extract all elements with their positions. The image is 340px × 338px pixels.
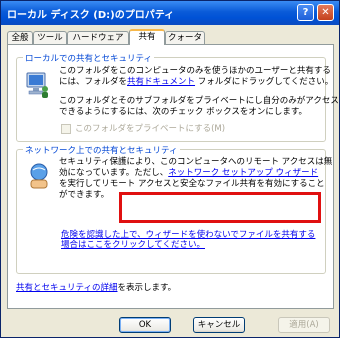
risk-acknowledge-link-line1[interactable]: 危険を認識した上で、ウィザードを使わないでファイルを共有する: [61, 230, 315, 240]
network-desc-line2-text: 効になっています。ただし、: [59, 168, 169, 178]
title-bar[interactable]: ローカル ディスク (D:)のプロパティ ? ✕: [1, 1, 339, 25]
tab-sharing[interactable]: 共有: [129, 29, 165, 45]
shared-documents-link[interactable]: 共有ドキュメント: [127, 77, 195, 87]
network-desc-line3: を実行してリモート アクセスと安全なファイル共有を有効にすること: [59, 179, 325, 189]
local-desc-line2-text: には、フォルダを: [59, 77, 128, 87]
close-button[interactable]: ✕: [317, 4, 334, 21]
network-desc-line2: 効になっています。ただし、ネットワーク セットアップ ウィザード: [59, 168, 318, 178]
local-desc-line1: このフォルダをこのコンピュータのみを使うほかのユーザーと共有する: [59, 66, 331, 76]
network-desc-line4: ができます。: [59, 190, 110, 200]
local-desc-line2-suffix: フォルダにドラッグしてください。: [195, 77, 334, 87]
tab-hardware[interactable]: ハードウェア: [67, 31, 129, 44]
tab-general[interactable]: 全般: [7, 31, 33, 44]
risk-acknowledge-link-line2[interactable]: 場合はここをクリックしてください。: [61, 240, 205, 250]
window-title: ローカル ディスク (D:)のプロパティ: [7, 10, 175, 21]
properties-dialog: ローカル ディスク (D:)のプロパティ ? ✕ 全般 ツール ハードウェア 共…: [0, 0, 340, 338]
local-group-title: ローカルでの共有とセキュリティ: [23, 52, 154, 64]
local-desc-line2: には、フォルダを共有ドキュメント フォルダにドラッグしてください。: [59, 77, 333, 87]
local-desc-line4: できるようにするには、次のチェック ボックスをオンにします。: [59, 107, 308, 117]
tab-quota[interactable]: クォータ: [165, 31, 205, 44]
ok-button[interactable]: OK: [119, 317, 171, 333]
private-folder-checkbox[interactable]: [61, 124, 71, 134]
details-line: 共有とセキュリティの詳細を表示します。: [16, 283, 176, 293]
network-hand-icon: [30, 163, 48, 189]
help-button[interactable]: ?: [297, 4, 314, 21]
apply-button[interactable]: 適用(A): [278, 317, 330, 333]
private-folder-label: このフォルダをプライベートにする(M): [75, 124, 226, 134]
local-desc-line3: このフォルダとそのサブフォルダをプライベートにし自分のみがアクセス: [59, 96, 339, 106]
cancel-button[interactable]: キャンセル: [193, 317, 245, 333]
network-setup-wizard-link[interactable]: ネットワーク セットアップ ウィザード: [168, 168, 318, 178]
sharing-panel: ローカルでの共有とセキュリティ このフォルダをこのコンピュータのみを使うほかのユ…: [7, 44, 339, 309]
local-sharing-group: ローカルでの共有とセキュリティ このフォルダをこのコンピュータのみを使うほかのユ…: [16, 52, 339, 142]
details-suffix: を表示します。: [117, 283, 177, 293]
network-group-title: ネットワーク上での共有とセキュリティ: [23, 144, 180, 156]
highlight-box: [119, 192, 321, 223]
network-desc-line1: セキュリティ保護により、このコンピュータへのリモート アクセスは無: [59, 157, 333, 167]
tab-tools[interactable]: ツール: [33, 31, 67, 44]
sharing-security-details-link[interactable]: 共有とセキュリティの詳細: [16, 283, 118, 293]
users-computer-icon: [26, 72, 48, 98]
